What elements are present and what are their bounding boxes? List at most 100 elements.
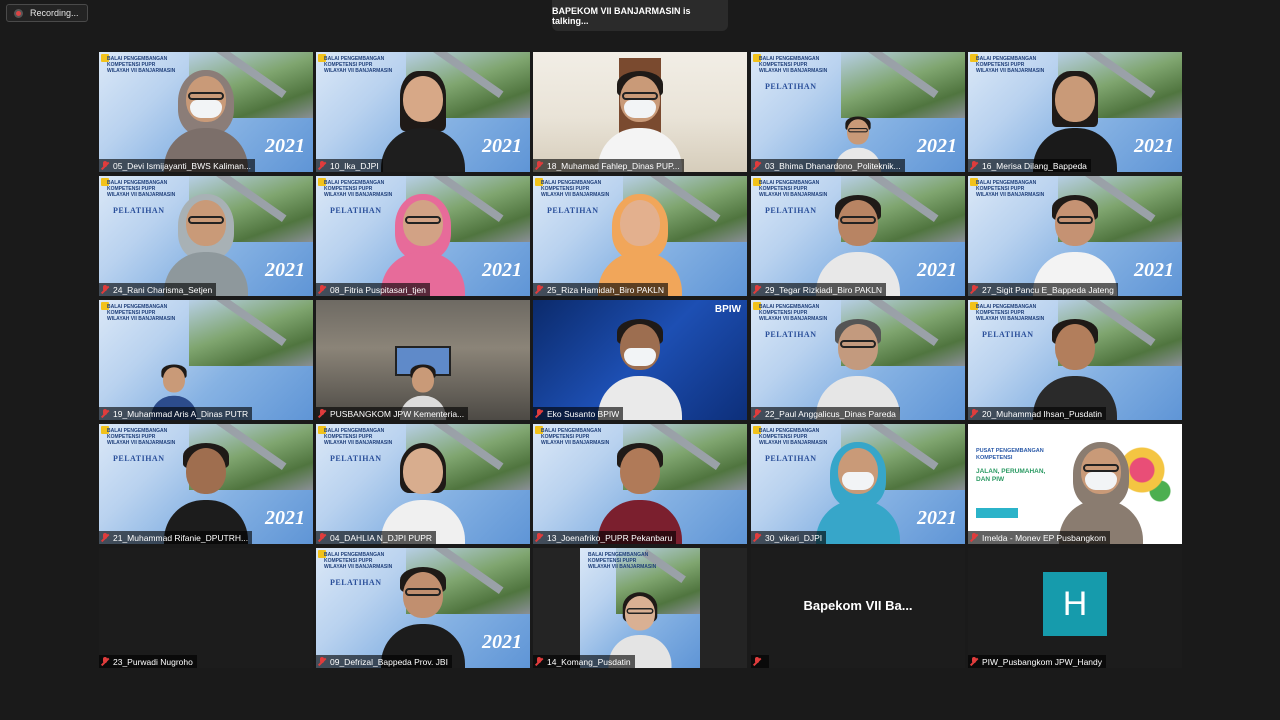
mic-muted-icon (318, 161, 326, 170)
video-tile[interactable]: H PIW_Pusbangkom JPW_Handy (968, 548, 1182, 668)
banner-title: PELATIHAN (765, 330, 817, 339)
participant-name-bar: 10_Ika_DJPI (316, 159, 383, 172)
banner-year: 2021 (1134, 135, 1174, 157)
banner-year: 2021 (265, 135, 305, 157)
participant-name-bar: PIW_Pusbangkom JPW_Handy (968, 655, 1106, 668)
participant-name-bar: 18_Muhamad Fahlep_Dinas PUP... (533, 159, 684, 172)
participant-name: 29_Tegar Rizkiadi_Biro PAKLN (765, 284, 883, 295)
participant-name-bar: 22_Paul Anggalicus_Dinas Pareda (751, 407, 900, 420)
video-tile[interactable]: BALAI PENGEMBANGAN KOMPETENSI PUPR WILAY… (533, 548, 747, 668)
participant-name: 13_Joenafriko_PUPR Pekanbaru (547, 532, 673, 543)
participant-name-bar: 19_Muhammad Aris A_Dinas PUTR (99, 407, 253, 420)
video-tile[interactable]: BALAI PENGEMBANGAN KOMPETENSI PUPR WILAY… (316, 52, 530, 172)
mic-muted-icon (318, 285, 326, 294)
participant-name-bar: 08_Fitria Puspitasari_tjen (316, 283, 430, 296)
video-tile[interactable]: BALAI PENGEMBANGAN KOMPETENSI PUPR WILAY… (533, 424, 747, 544)
mic-muted-icon (535, 409, 543, 418)
participant-name: 08_Fitria Puspitasari_tjen (330, 284, 426, 295)
participant-video (1033, 68, 1117, 172)
avatar: H (1043, 572, 1107, 636)
participant-video (1033, 316, 1117, 420)
video-tile[interactable]: BALAI PENGEMBANGAN KOMPETENSI PUPR WILAY… (99, 176, 313, 296)
participant-video (1058, 440, 1143, 544)
mic-muted-icon (970, 533, 978, 542)
banner-year: 2021 (1134, 259, 1174, 281)
participant-video (816, 440, 900, 544)
video-tile[interactable]: BALAI PENGEMBANGAN KOMPETENSI PUPR WILAY… (968, 176, 1182, 296)
portrait-video: BALAI PENGEMBANGAN KOMPETENSI PUPR WILAY… (580, 548, 700, 668)
participant-name-bar: 05_Devi Ismijayanti_BWS Kaliman... (99, 159, 255, 172)
banner-title: PELATIHAN (765, 206, 817, 215)
banner-title: PELATIHAN (330, 206, 382, 215)
video-tile[interactable]: Bapekom VII Ba... (751, 548, 965, 668)
recording-label: Recording... (30, 8, 79, 18)
mic-muted-icon (970, 409, 978, 418)
mic-muted-icon (753, 533, 761, 542)
banner-title: PELATIHAN (765, 82, 817, 91)
banner-title: PELATIHAN (330, 454, 382, 463)
video-tile[interactable]: BALAI PENGEMBANGAN KOMPETENSI PUPR WILAY… (99, 424, 313, 544)
video-tile[interactable]: BALAI PENGEMBANGAN KOMPETENSI PUPR WILAY… (99, 300, 313, 420)
video-tile[interactable]: BALAI PENGEMBANGAN KOMPETENSI PUPR WILAY… (99, 52, 313, 172)
participant-name: 19_Muhammad Aris A_Dinas PUTR (113, 408, 249, 419)
participant-name-bar: Imelda - Monev EP Pusbangkom (968, 531, 1111, 544)
video-tile[interactable]: BALAI PENGEMBANGAN KOMPETENSI PUPR WILAY… (968, 52, 1182, 172)
video-tile[interactable]: BALAI PENGEMBANGAN KOMPETENSI PUPR WILAY… (751, 300, 965, 420)
video-tile[interactable]: BALAI PENGEMBANGAN KOMPETENSI PUPR WILAY… (316, 176, 530, 296)
video-tile[interactable]: 23_Purwadi Nugroho (99, 548, 313, 668)
video-tile[interactable]: PUSBANGKOM JPW Kementeria... (316, 300, 530, 420)
participant-name: Imelda - Monev EP Pusbangkom (982, 532, 1107, 543)
video-tile[interactable]: BALAI PENGEMBANGAN KOMPETENSI PUPR WILAY… (968, 300, 1182, 420)
pusat-title: PUSAT PENGEMBANGAN KOMPETENSI (976, 448, 1044, 461)
banner-title: PELATIHAN (330, 578, 382, 587)
video-tile[interactable]: PUSAT PENGEMBANGAN KOMPETENSI JALAN, PERU… (968, 424, 1182, 544)
participant-video (598, 316, 682, 420)
video-tile[interactable]: BALAI PENGEMBANGAN KOMPETENSI PUPR WILAY… (316, 424, 530, 544)
mic-muted-icon (535, 657, 543, 666)
participant-name-bar (751, 655, 769, 668)
video-tile[interactable]: BALAI PENGEMBANGAN KOMPETENSI PUPR WILAY… (751, 424, 965, 544)
active-speaker-label: BAPEKOM VII BANJARMASIN is talking... (552, 5, 691, 26)
mic-muted-icon (318, 409, 326, 418)
participant-video (381, 564, 465, 668)
participant-name-bar: 03_Bhima Dhanardono_Politeknik... (751, 159, 905, 172)
banner-title: PELATIHAN (113, 206, 165, 215)
participant-name-bar: 14_Komang_Pusdatin (533, 655, 635, 668)
participant-name-bar: 09_Defrizal_Bappeda Prov. JBI (316, 655, 452, 668)
participant-name-bar: 24_Rani Charisma_Setjen (99, 283, 217, 296)
participant-name-bar: 13_Joenafriko_PUPR Pekanbaru (533, 531, 677, 544)
video-tile[interactable]: BALAI PENGEMBANGAN KOMPETENSI PUPR WILAY… (751, 176, 965, 296)
participant-name: Eko Susanto BPIW (547, 408, 620, 419)
participant-name-bar: 25_Riza Hamidah_Biro PAKLN (533, 283, 669, 296)
video-tile[interactable]: BALAI PENGEMBANGAN KOMPETENSI PUPR WILAY… (751, 52, 965, 172)
video-tile[interactable]: BALAI PENGEMBANGAN KOMPETENSI PUPR WILAY… (533, 176, 747, 296)
participant-name-bar: 30_vikari_DJPI (751, 531, 827, 544)
video-tile[interactable]: 18_Muhamad Fahlep_Dinas PUP... (533, 52, 747, 172)
zoom-meeting-window: Recording... BAPEKOM VII BANJARMASIN is … (0, 0, 1280, 720)
mic-muted-icon (535, 285, 543, 294)
banner-year: 2021 (917, 259, 957, 281)
mic-muted-icon (318, 657, 326, 666)
mic-muted-icon (970, 285, 978, 294)
participant-video (598, 68, 682, 172)
banner-year: 2021 (265, 259, 305, 281)
banner-year: 2021 (917, 135, 957, 157)
mic-muted-icon (970, 657, 978, 666)
participant-video (598, 192, 682, 296)
participant-name: 23_Purwadi Nugroho (113, 656, 193, 667)
mic-muted-icon (101, 533, 109, 542)
participant-name: 25_Riza Hamidah_Biro PAKLN (547, 284, 665, 295)
participant-name: 05_Devi Ismijayanti_BWS Kaliman... (113, 160, 251, 171)
active-speaker-banner: BAPEKOM VII BANJARMASIN is talking... (552, 0, 728, 31)
mic-muted-icon (101, 161, 109, 170)
participant-name: PUSBANGKOM JPW Kementeria... (330, 408, 465, 419)
mic-muted-icon (970, 161, 978, 170)
recording-indicator[interactable]: Recording... (6, 4, 88, 22)
participant-name: 20_Muhammad Ihsan_Pusdatin (982, 408, 1103, 419)
participant-name: 22_Paul Anggalicus_Dinas Pareda (765, 408, 896, 419)
participant-name: 09_Defrizal_Bappeda Prov. JBI (330, 656, 448, 667)
video-tile[interactable]: BPIW Eko Susanto BPIW (533, 300, 747, 420)
participant-name: 10_Ika_DJPI (330, 160, 379, 171)
participant-video (1033, 192, 1117, 296)
video-tile[interactable]: BALAI PENGEMBANGAN KOMPETENSI PUPR WILAY… (316, 548, 530, 668)
